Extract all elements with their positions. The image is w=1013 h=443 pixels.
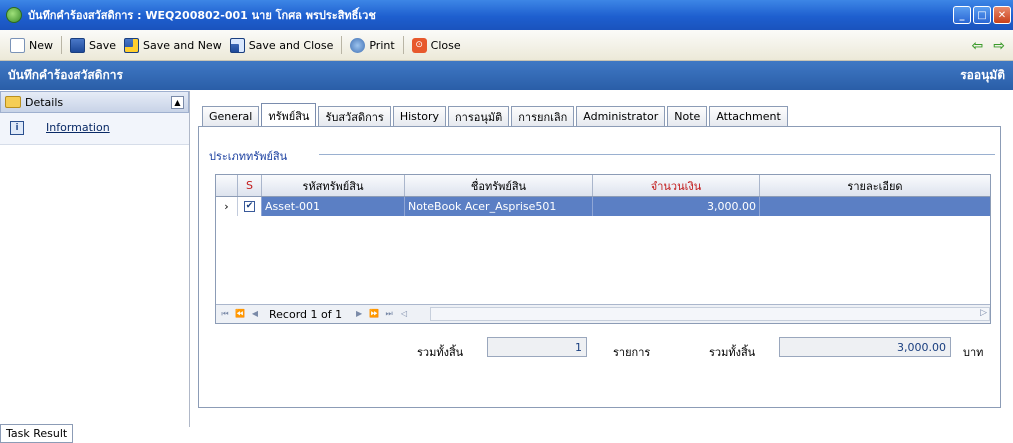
save-and-new-button[interactable]: Save and New (120, 34, 226, 56)
last-page-icon[interactable]: ⏭ (383, 308, 395, 320)
count-unit-label: รายการ (613, 346, 651, 359)
row-pointer-icon: › (216, 197, 238, 216)
cell-asset-code[interactable]: Asset-001 (262, 197, 405, 216)
new-label: New (29, 38, 53, 52)
window-title: บันทึกคำร้องสวัสดิการ : WEQ200802-001 นา… (28, 9, 376, 22)
save-and-new-icon (124, 37, 140, 53)
tab-strip: General ทรัพย์สิน รับสวัสดิการ History ก… (202, 102, 790, 127)
sidebar-item-information[interactable]: i Information (0, 113, 189, 145)
grid-navigator: ⏮ ⏪ ◀ Record 1 of 1 ▶ ⏩ ⏭ ◁ ▷ (216, 304, 990, 323)
close-window-button[interactable]: ✕ (993, 6, 1011, 24)
print-label: Print (369, 38, 395, 52)
new-document-icon (10, 37, 25, 53)
horizontal-scrollbar[interactable]: ▷ (430, 307, 990, 321)
record-counter: Record 1 of 1 (269, 307, 343, 321)
save-and-new-label: Save and New (143, 38, 222, 52)
next-record-icon[interactable]: ▶ (353, 308, 365, 320)
save-label: Save (89, 38, 117, 52)
toolbar: New Save Save and New Save and Close Pri… (0, 30, 1013, 61)
details-section-header[interactable]: Details ▲ (0, 91, 189, 113)
column-header-asset-name[interactable]: ชื่อทรัพย์สิน (405, 175, 593, 196)
window-titlebar: บันทึกคำร้องสวัสดิการ : WEQ200802-001 นา… (0, 0, 1013, 30)
minimize-button[interactable]: _ (953, 6, 971, 24)
amount-unit-label: บาท (963, 346, 984, 359)
folder-icon (5, 96, 21, 108)
cell-asset-name[interactable]: NoteBook Acer_Asprise501 (405, 197, 593, 216)
form-title: บันทึกคำร้องสวัสดิการ (8, 68, 123, 82)
print-icon (350, 37, 366, 53)
count-total-label: รวมทั้งสิ้น (417, 346, 464, 359)
next-page-icon[interactable]: ⏩ (368, 308, 380, 320)
main-content: General ทรัพย์สิน รับสวัสดิการ History ก… (198, 102, 1006, 408)
record-navigation: ⇦ ⇨ (972, 38, 1005, 54)
row-selector-header (216, 175, 238, 196)
scroll-left-icon[interactable]: ◁ (398, 308, 410, 320)
section-title: ประเภททรัพย์สิน (209, 147, 292, 165)
cell-amount[interactable]: 3,000.00 (593, 197, 760, 216)
save-and-close-icon (229, 37, 245, 53)
tab-note[interactable]: Note (667, 106, 708, 126)
scroll-right-icon[interactable]: ▷ (980, 308, 987, 318)
amount-total-label: รวมทั้งสิ้น (709, 346, 756, 359)
previous-page-icon[interactable]: ⏪ (234, 308, 246, 320)
row-checkbox[interactable]: ✔ (238, 197, 262, 216)
task-bar: Task Result (0, 424, 1013, 443)
info-icon: i (10, 121, 24, 135)
form-header: บันทึกคำร้องสวัสดิการ รออนุมัติ (0, 61, 1013, 90)
save-button[interactable]: Save (66, 34, 120, 56)
maximize-button[interactable]: □ (973, 6, 991, 24)
tab-administrator[interactable]: Administrator (576, 106, 666, 126)
tab-attachment[interactable]: Attachment (709, 106, 788, 126)
tab-general[interactable]: General (202, 106, 260, 126)
sidebar-item-label[interactable]: Information (46, 121, 110, 134)
previous-record-icon[interactable]: ⇦ (972, 38, 984, 54)
status-badge: รออนุมัติ (960, 68, 1005, 82)
asset-grid: S รหัสทรัพย์สิน ชื่อทรัพย์สิน จำนวนเงิน … (215, 174, 991, 324)
tab-panel-assets: ประเภททรัพย์สิน S รหัสทรัพย์สิน ชื่อทรัพ… (198, 126, 1001, 408)
amount-total-field: 3,000.00 (779, 337, 951, 357)
toolbar-separator (341, 36, 343, 54)
count-total-field: 1 (487, 337, 587, 357)
tab-cancellation[interactable]: การยกเลิก (511, 106, 575, 126)
checkbox-checked-icon[interactable]: ✔ (244, 201, 255, 212)
next-record-icon[interactable]: ⇨ (993, 38, 1005, 54)
first-page-icon[interactable]: ⏮ (219, 308, 231, 320)
toolbar-separator (61, 36, 62, 54)
grid-header: S รหัสทรัพย์สิน ชื่อทรัพย์สิน จำนวนเงิน … (216, 175, 990, 197)
tab-assets[interactable]: ทรัพย์สิน (261, 103, 317, 127)
print-button[interactable]: Print (346, 34, 398, 56)
section-divider (319, 154, 995, 155)
cell-detail[interactable] (760, 197, 990, 216)
table-row[interactable]: › ✔ Asset-001 NoteBook Acer_Asprise501 3… (216, 197, 990, 216)
close-icon: ⊙ (411, 37, 427, 53)
close-button[interactable]: ⊙ Close (408, 34, 465, 56)
save-icon (70, 37, 85, 53)
save-and-close-button[interactable]: Save and Close (226, 34, 338, 56)
collapse-icon[interactable]: ▲ (171, 96, 184, 109)
tab-approval[interactable]: การอนุมัติ (447, 106, 510, 126)
app-icon (6, 7, 22, 23)
tab-history[interactable]: History (392, 106, 446, 126)
column-header-detail[interactable]: รายละเอียด (760, 175, 990, 196)
window-controls: _ □ ✕ (953, 6, 1011, 24)
column-header-asset-code[interactable]: รหัสทรัพย์สิน (262, 175, 405, 196)
previous-record-icon[interactable]: ◀ (249, 308, 261, 320)
close-label: Close (430, 38, 461, 52)
task-result-button[interactable]: Task Result (0, 424, 74, 443)
new-button[interactable]: New (6, 34, 57, 56)
tab-receive-welfare[interactable]: รับสวัสดิการ (318, 106, 391, 126)
toolbar-separator (402, 36, 404, 54)
details-panel: Details ▲ i Information (0, 91, 190, 427)
save-and-close-label: Save and Close (248, 38, 334, 52)
details-label: Details (25, 95, 64, 109)
column-header-select[interactable]: S (238, 175, 262, 196)
column-header-amount[interactable]: จำนวนเงิน (593, 175, 760, 196)
summary-bar: รวมทั้งสิ้น 1 รายการ รวมทั้งสิ้น 3,000.0… (199, 335, 1002, 365)
